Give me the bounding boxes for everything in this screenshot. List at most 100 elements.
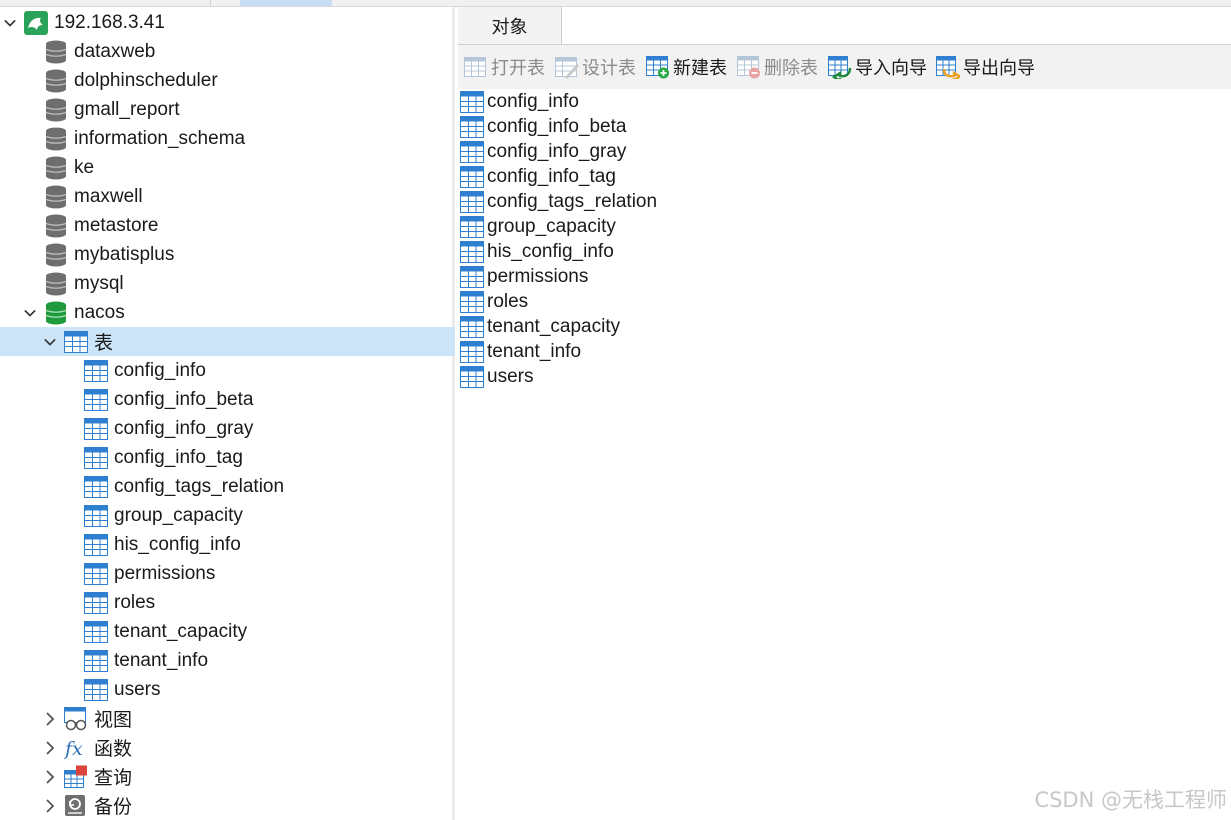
object-list-item[interactable]: his_config_info: [460, 239, 614, 264]
tree-database[interactable]: mysql: [0, 269, 455, 298]
database-name: nacos: [74, 301, 125, 323]
tree-database-open[interactable]: nacos: [0, 298, 455, 327]
table-icon: [84, 504, 108, 528]
object-list-item[interactable]: roles: [460, 289, 528, 314]
tree-group-tables[interactable]: 表: [0, 327, 455, 356]
object-list-item[interactable]: users: [460, 364, 533, 389]
top-strip: [0, 0, 1231, 7]
tab-bar: 对象: [458, 7, 1231, 45]
object-list-item[interactable]: permissions: [460, 264, 588, 289]
chevron-down-icon[interactable]: [44, 336, 56, 348]
tree-group-backups[interactable]: 备份: [0, 791, 455, 820]
tree-database[interactable]: ke: [0, 153, 455, 182]
tree-table[interactable]: tenant_capacity: [0, 617, 455, 646]
object-list-item[interactable]: config_info_tag: [460, 164, 616, 189]
open-table-button[interactable]: 打开表: [464, 54, 545, 80]
chevron-right-icon[interactable]: [44, 711, 56, 726]
function-icon: fx: [64, 736, 88, 760]
tree-table[interactable]: permissions: [0, 559, 455, 588]
object-name: permissions: [487, 265, 589, 287]
tree-table[interactable]: config_info_gray: [0, 414, 455, 443]
tree-database[interactable]: mybatisplus: [0, 240, 455, 269]
tree-group-functions[interactable]: fx 函数: [0, 733, 455, 762]
table-name: his_config_info: [114, 533, 241, 555]
object-name: roles: [487, 290, 529, 312]
table-name: config_info_gray: [114, 417, 254, 439]
backup-icon: [64, 794, 88, 818]
tree-table[interactable]: his_config_info: [0, 530, 455, 559]
table-name: roles: [114, 591, 156, 613]
database-icon: [44, 272, 68, 296]
object-name: tenant_capacity: [487, 315, 621, 337]
tree-table[interactable]: config_info: [0, 356, 455, 385]
object-toolbar: 打开表 设计表 新建表 删除表 导入向导 导出向导: [458, 45, 1231, 89]
tree-table[interactable]: roles: [0, 588, 455, 617]
tree-table[interactable]: users: [0, 675, 455, 704]
new-table-icon: [646, 55, 670, 79]
object-list-item[interactable]: tenant_info: [460, 339, 581, 364]
tree-table[interactable]: config_tags_relation: [0, 472, 455, 501]
table-icon: [460, 140, 484, 164]
object-list-item[interactable]: tenant_capacity: [460, 314, 620, 339]
table-icon: [460, 340, 484, 364]
query-icon: [64, 765, 88, 789]
object-list-item[interactable]: group_capacity: [460, 214, 616, 239]
design-table-button[interactable]: 设计表: [555, 54, 636, 80]
tree-database[interactable]: information_schema: [0, 124, 455, 153]
table-icon: [84, 620, 108, 644]
navigation-tree[interactable]: 192.168.3.41 dataxweb dolphinscheduler g…: [0, 7, 455, 820]
table-icon: [84, 678, 108, 702]
import-wizard-button[interactable]: 导入向导: [828, 54, 927, 80]
table-icon: [84, 475, 108, 499]
tree-connection[interactable]: 192.168.3.41: [0, 8, 455, 37]
database-name: information_schema: [74, 127, 246, 149]
open-table-label: 打开表: [491, 58, 545, 78]
chevron-down-icon[interactable]: [4, 17, 16, 29]
chevron-right-icon[interactable]: [44, 740, 56, 755]
tree-table[interactable]: config_info_tag: [0, 443, 455, 472]
table-icon: [84, 388, 108, 412]
table-icon: [84, 591, 108, 615]
connection-name: 192.168.3.41: [54, 11, 165, 33]
tree-group-queries[interactable]: 查询: [0, 762, 455, 791]
table-icon: [460, 240, 484, 264]
table-icon: [460, 265, 484, 289]
table-icon: [460, 315, 484, 339]
database-icon: [44, 185, 68, 209]
object-list-item[interactable]: config_info: [460, 89, 579, 114]
database-name: dataxweb: [74, 40, 156, 62]
views-group-icon: [64, 706, 88, 731]
object-list-item[interactable]: config_info_beta: [460, 114, 626, 139]
tree-table[interactable]: group_capacity: [0, 501, 455, 530]
tree-group-views[interactable]: 视图: [0, 704, 455, 733]
table-icon: [460, 215, 484, 239]
object-list-item[interactable]: config_tags_relation: [460, 189, 657, 214]
tree-database[interactable]: gmall_report: [0, 95, 455, 124]
tree-table[interactable]: tenant_info: [0, 646, 455, 675]
table-icon: [460, 115, 484, 139]
tree-database[interactable]: dolphinscheduler: [0, 66, 455, 95]
tree-database[interactable]: metastore: [0, 211, 455, 240]
chevron-right-icon[interactable]: [44, 798, 56, 813]
table-name: tenant_capacity: [114, 620, 248, 642]
chevron-down-icon[interactable]: [24, 307, 36, 319]
export-wizard-button[interactable]: 导出向导: [936, 54, 1035, 80]
tables-group-icon: [64, 330, 88, 354]
group-label: 备份: [94, 797, 133, 818]
database-name: metastore: [74, 214, 159, 236]
delete-table-icon: [737, 55, 761, 79]
object-list-item[interactable]: config_info_gray: [460, 139, 626, 164]
tree-database[interactable]: maxwell: [0, 182, 455, 211]
tree-table[interactable]: config_info_beta: [0, 385, 455, 414]
chevron-right-icon[interactable]: [44, 769, 56, 784]
database-name: maxwell: [74, 185, 143, 207]
database-name: mysql: [74, 272, 124, 294]
new-table-button[interactable]: 新建表: [646, 54, 727, 80]
object-name: config_info: [487, 90, 579, 112]
delete-table-button[interactable]: 删除表: [737, 54, 818, 80]
group-label: 查询: [94, 768, 133, 789]
tree-database[interactable]: dataxweb: [0, 37, 455, 66]
tab-objects[interactable]: 对象: [458, 7, 562, 44]
database-open-icon: [44, 301, 68, 325]
table-icon: [84, 417, 108, 441]
